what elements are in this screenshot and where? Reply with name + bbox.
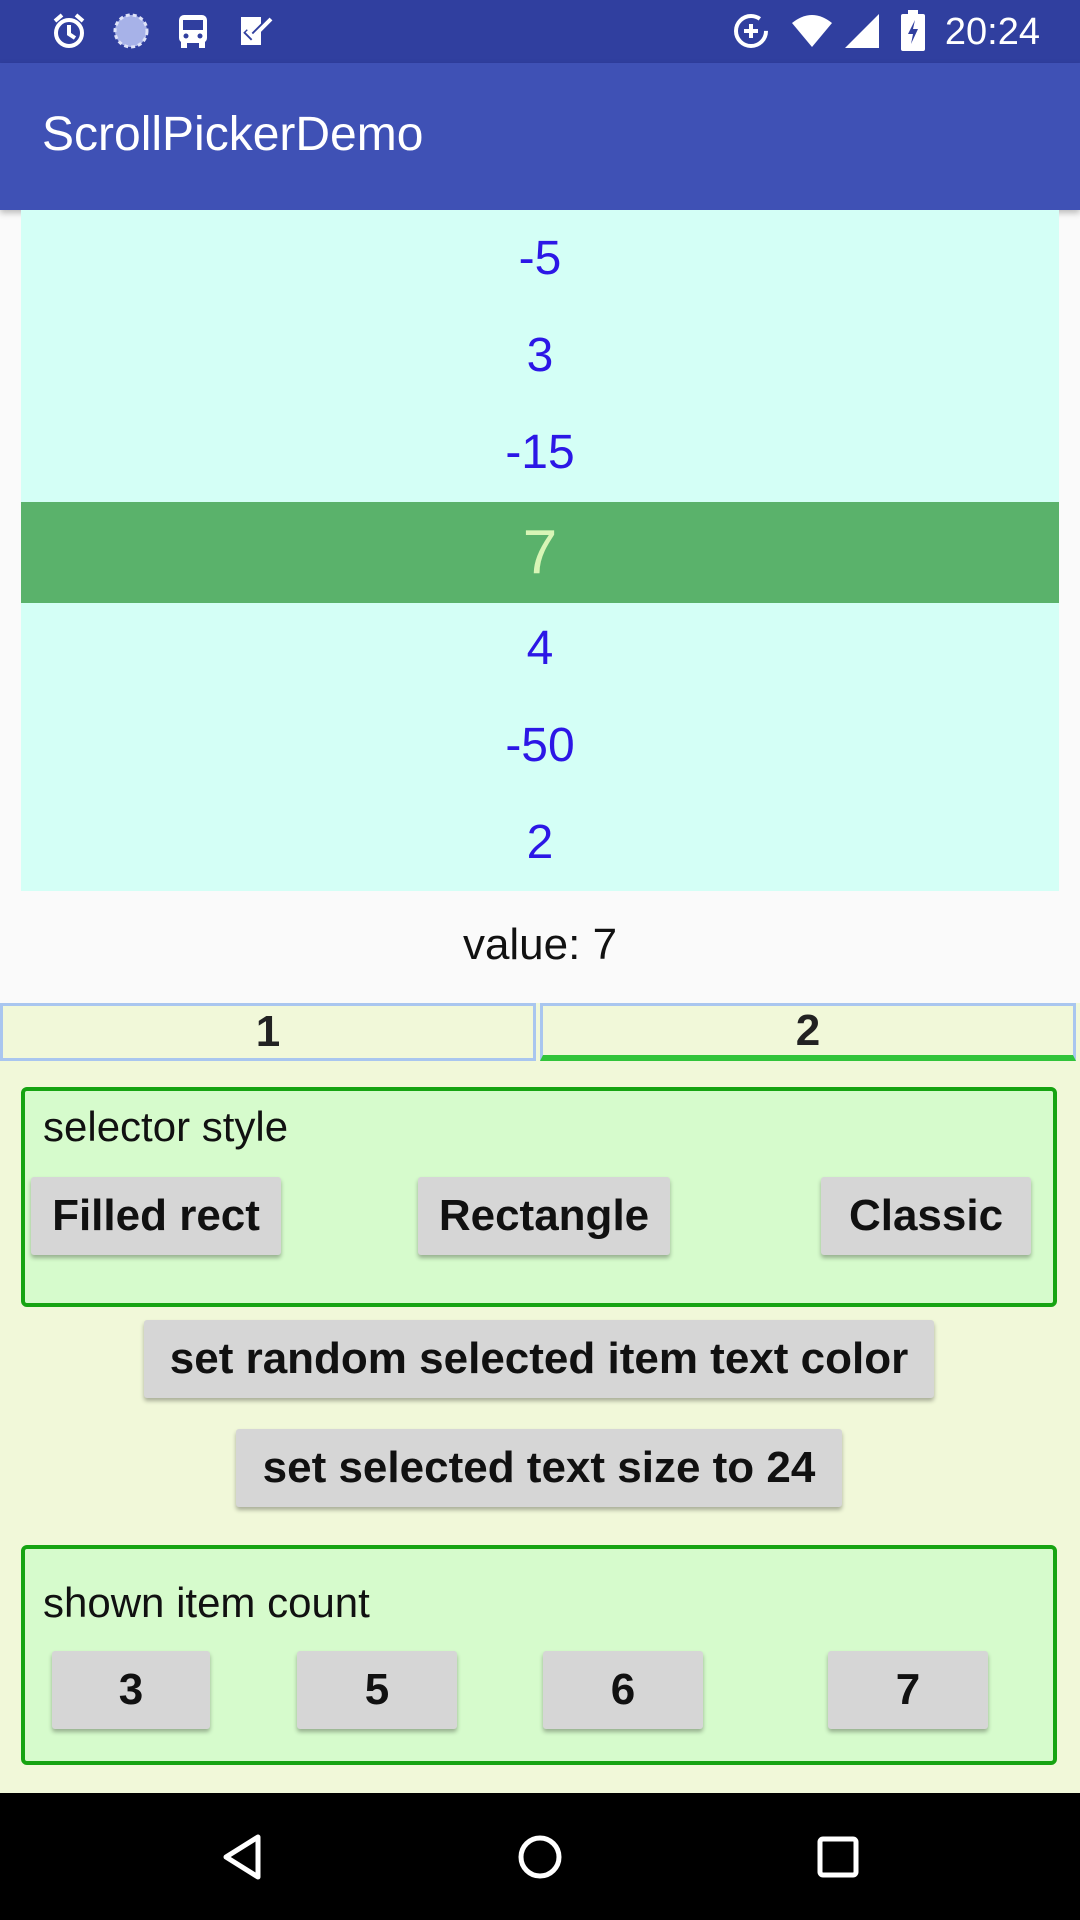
picker-item[interactable]: 4 [21,600,1059,697]
filled-rect-button[interactable]: Filled rect [31,1177,281,1255]
sync-icon [110,10,152,52]
back-icon[interactable] [214,1829,270,1885]
group-title: shown item count [43,1579,370,1626]
recents-icon[interactable] [810,1829,866,1885]
bus-icon [172,10,214,52]
picker-item[interactable]: 3 [21,307,1059,404]
checkbox-icon [234,10,276,52]
battery-icon [898,10,928,52]
tab-2[interactable]: 2 [540,1003,1076,1061]
alarm-icon [48,10,90,52]
data-saver-icon [730,10,772,52]
count-6-button[interactable]: 6 [543,1651,703,1729]
navigation-bar [0,1793,1080,1920]
app-title: ScrollPickerDemo [42,108,424,161]
picker-selected-item[interactable]: 7 [21,502,1059,603]
rectangle-button[interactable]: Rectangle [418,1177,670,1255]
tab-1[interactable]: 1 [0,1003,536,1061]
status-time: 20:24 [944,11,1040,53]
signal-icon [842,10,882,52]
picker-item[interactable]: 2 [21,794,1059,891]
picker-item[interactable]: -5 [21,210,1059,307]
count-7-button[interactable]: 7 [828,1651,988,1729]
text-size-button[interactable]: set selected text size to 24 [236,1429,842,1507]
classic-button[interactable]: Classic [821,1177,1031,1255]
status-bar: 20:24 [0,0,1080,63]
app-bar: ScrollPickerDemo [0,63,1080,210]
scroll-picker[interactable]: -5 3 -15 7 4 -50 2 [21,210,1059,891]
wifi-icon [790,10,834,52]
group-title: selector style [43,1103,289,1150]
count-5-button[interactable]: 5 [297,1651,457,1729]
selector-style-group: selector style Filled rect Rectangle Cla… [21,1087,1057,1307]
options-panel: 1 2 selector style Filled rect Rectangle… [0,1003,1080,1793]
picker-item[interactable]: -50 [21,697,1059,794]
picker-item[interactable]: -15 [21,404,1059,501]
random-color-button[interactable]: set random selected item text color [144,1320,934,1398]
home-icon[interactable] [512,1829,568,1885]
value-label: value: 7 [462,920,618,969]
item-count-group: shown item count 3 5 6 7 [21,1545,1057,1765]
count-3-button[interactable]: 3 [52,1651,210,1729]
